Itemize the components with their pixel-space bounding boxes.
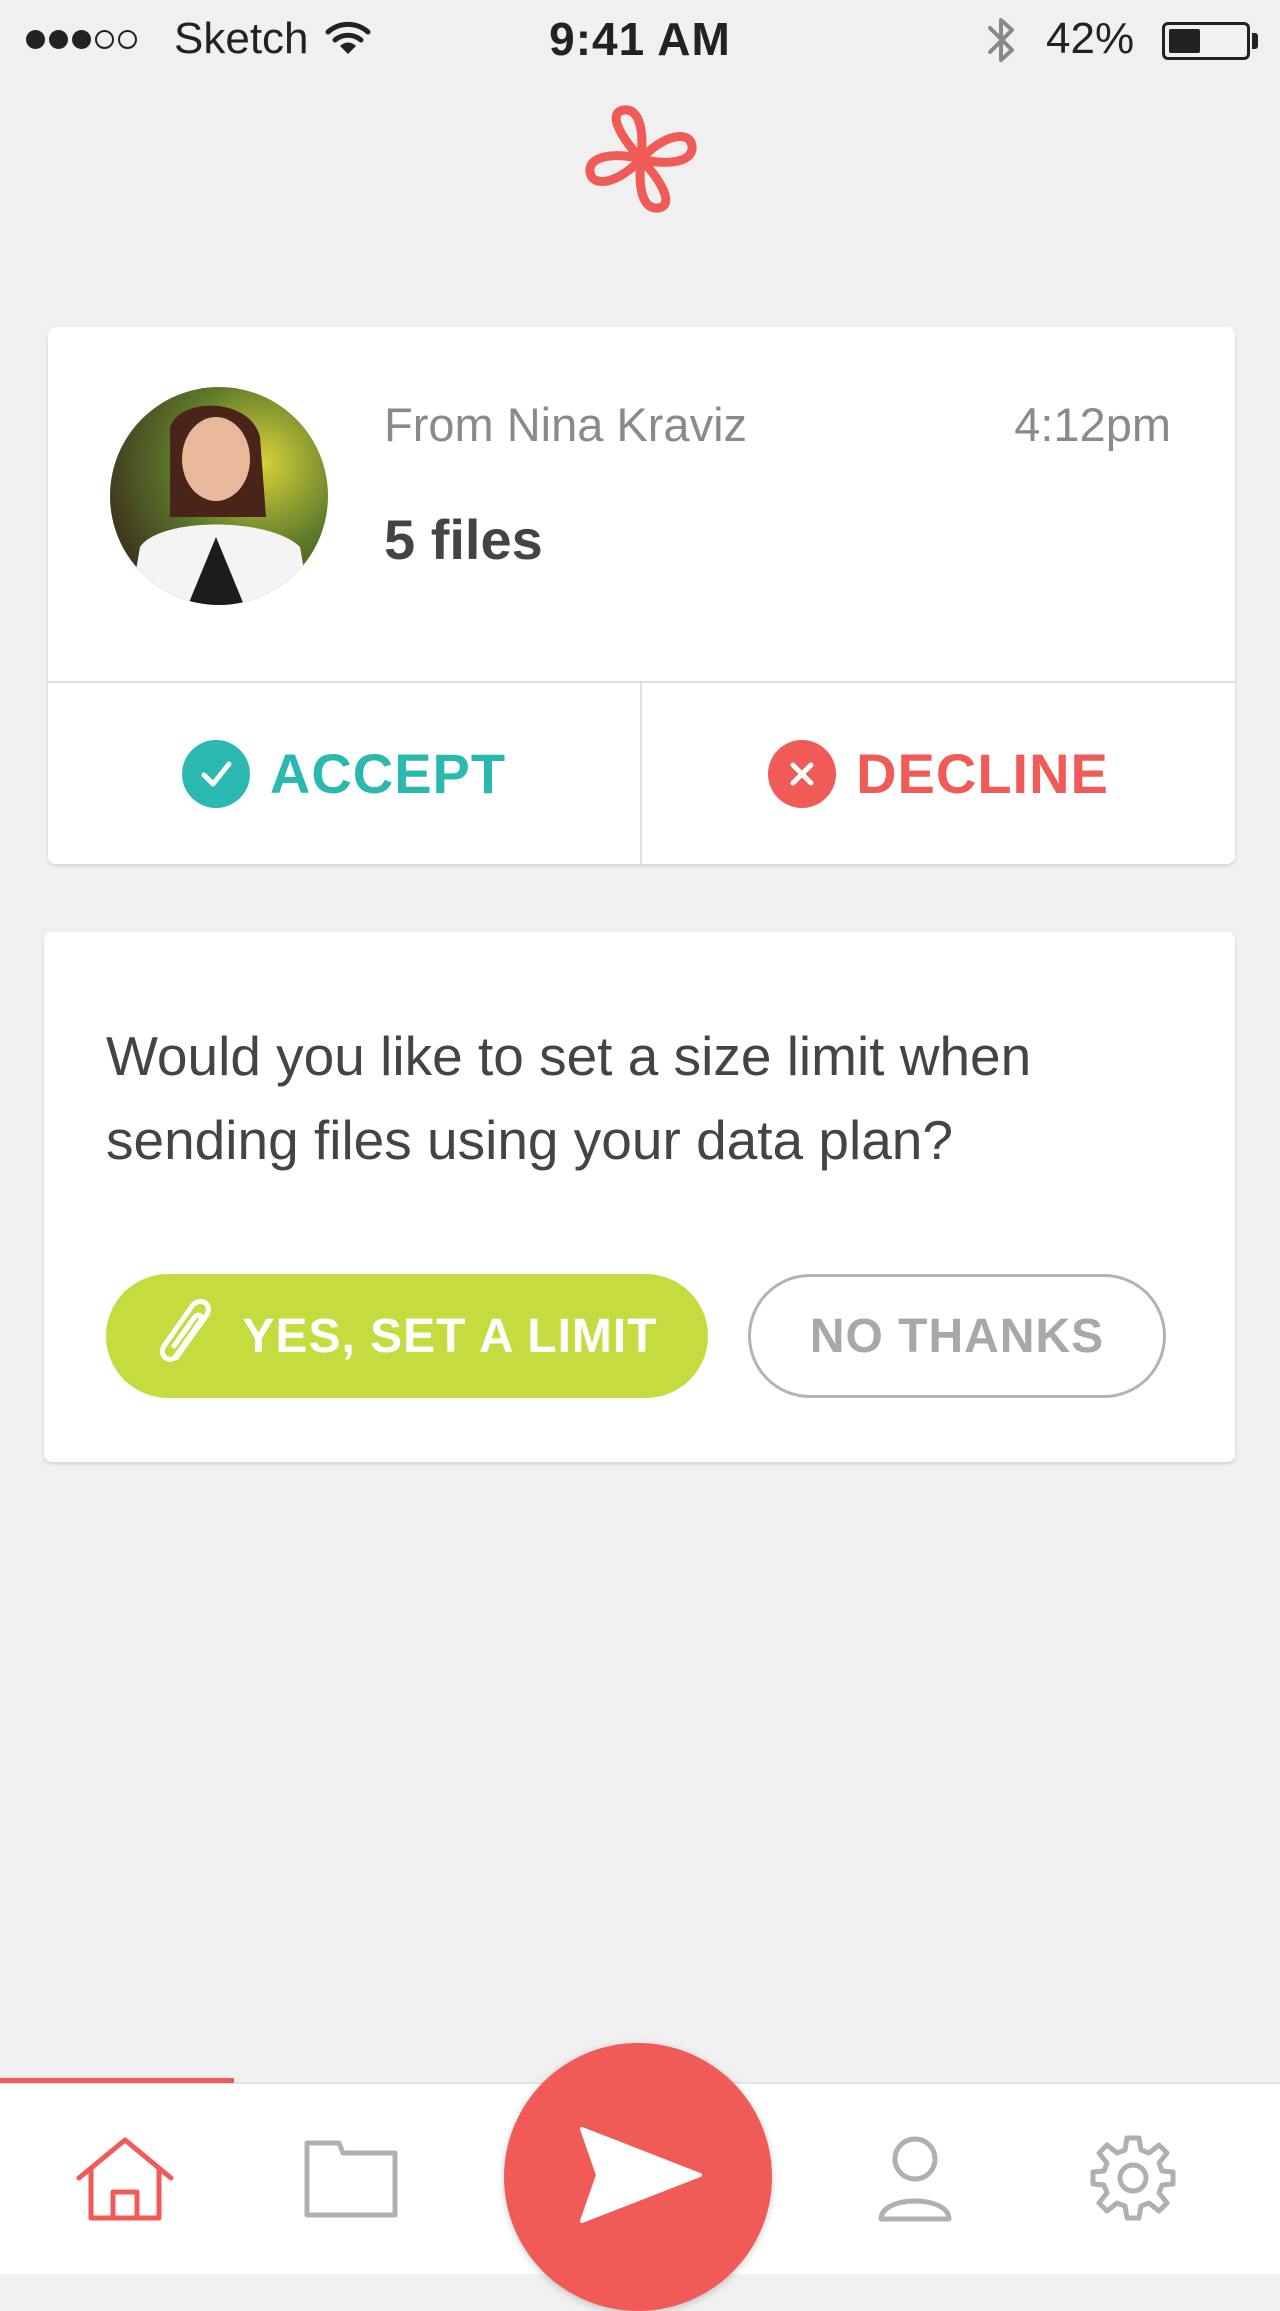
settings-icon (1087, 2132, 1179, 2229)
set-limit-button[interactable]: YES, SET A LIMIT (106, 1274, 708, 1398)
paperclip-icon (156, 1294, 220, 1378)
folder-icon (303, 2137, 399, 2224)
sender-name: From Nina Kraviz (384, 398, 748, 451)
avatar[interactable] (110, 387, 328, 605)
no-thanks-label: NO THANKS (809, 1309, 1105, 1363)
close-icon (768, 739, 837, 808)
no-thanks-button[interactable]: NO THANKS (748, 1274, 1166, 1398)
accept-button[interactable]: ACCEPT (48, 683, 640, 864)
file-count: 5 files (384, 508, 543, 571)
profile-icon (875, 2133, 955, 2228)
send-icon (568, 2115, 708, 2240)
decline-button[interactable]: DECLINE (642, 683, 1235, 864)
tab-profile[interactable] (865, 2130, 965, 2230)
transfer-request-card: From Nina Kraviz 4:12pm 5 files ACCEPT D… (48, 327, 1235, 864)
send-button[interactable] (504, 2043, 772, 2311)
size-limit-question: Would you like to set a size limit when … (106, 1025, 1032, 1171)
checkmark-icon (181, 739, 250, 808)
request-time: 4:12pm (1014, 398, 1171, 451)
set-limit-label: YES, SET A LIMIT (242, 1309, 658, 1363)
accept-label: ACCEPT (269, 742, 507, 805)
decline-label: DECLINE (856, 742, 1109, 805)
app-logo-icon (578, 104, 704, 219)
status-bar: Sketch 9:41 AM 42% (0, 0, 1280, 82)
home-icon (73, 2134, 177, 2227)
size-limit-card: Would you like to set a size limit when … (44, 932, 1235, 1462)
active-tab-indicator (0, 2078, 234, 2083)
battery-percent: 42% (1046, 14, 1135, 63)
bluetooth-icon (984, 14, 1018, 71)
battery-icon (1162, 22, 1250, 60)
tab-settings[interactable] (1083, 2130, 1183, 2230)
tab-home[interactable] (75, 2130, 175, 2230)
tab-files[interactable] (301, 2130, 401, 2230)
